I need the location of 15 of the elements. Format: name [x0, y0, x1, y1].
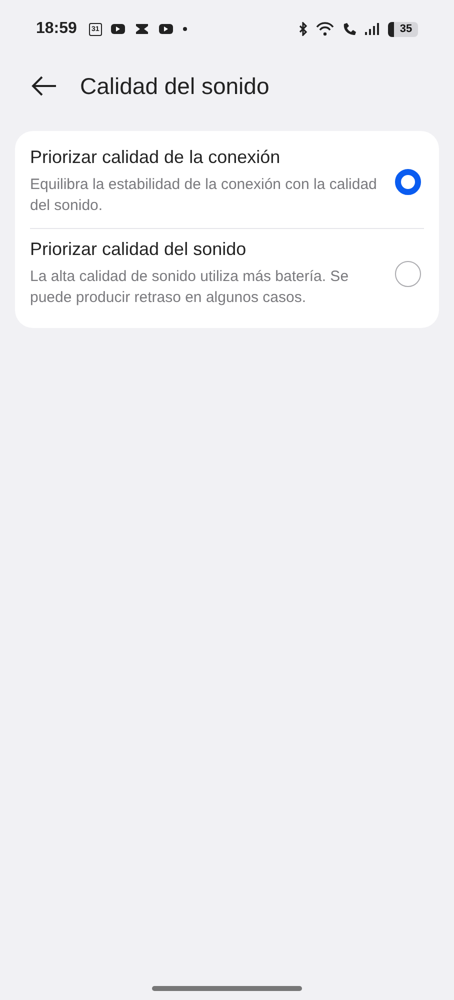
play-icon	[110, 22, 126, 36]
page-title: Calidad del sonido	[80, 72, 270, 100]
wifi-icon	[316, 22, 334, 36]
signal-icon	[364, 22, 380, 36]
option-title: Priorizar calidad de la conexión	[30, 147, 282, 168]
radio-button[interactable]	[395, 168, 421, 194]
status-time: 18:59	[36, 20, 77, 38]
option-description: La alta calidad de sonido utiliza más batería. Se puede producir retraso en algunos casos.	[30, 267, 350, 308]
play-icon	[158, 22, 174, 36]
phone-icon	[342, 22, 356, 36]
option-description: Equilibra la estabilidad de la conexión con la calidad del sonido.	[30, 175, 378, 216]
radio-button[interactable]	[395, 260, 421, 286]
battery-level: 35	[398, 22, 414, 36]
hourglass-icon	[134, 22, 150, 36]
option-title: Priorizar calidad del sonido	[30, 239, 248, 260]
